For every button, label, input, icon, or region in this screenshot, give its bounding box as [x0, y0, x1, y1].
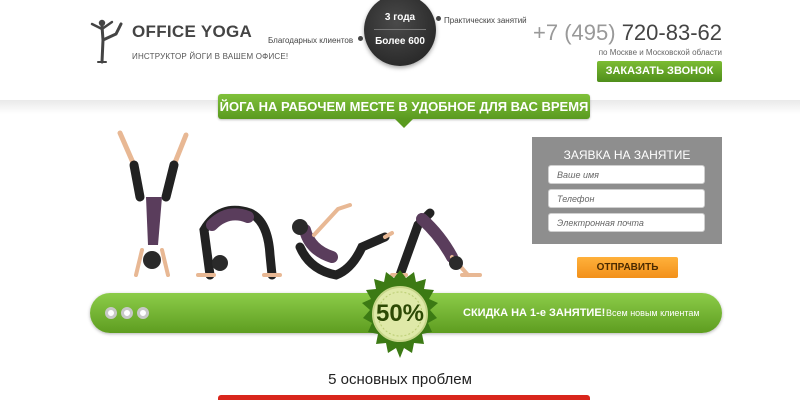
stat-connector-dot — [358, 36, 363, 41]
section-accent-bar — [218, 395, 590, 400]
phone-code: +7 (495) — [533, 20, 616, 45]
promo-subtitle: Всем новым клиентам — [606, 308, 700, 318]
email-input[interactable] — [548, 213, 705, 232]
yoga-figure-y — [117, 130, 189, 277]
stat-lessons-label: Практических занятий — [444, 16, 527, 25]
phone-number[interactable]: +7 (495) 720-83-62 — [533, 20, 722, 46]
section-title: 5 основных проблем — [328, 371, 472, 388]
yoga-hero-image — [117, 130, 482, 280]
logo-subtitle: ИНСТРУКТОР ЙОГИ В ВАШЕМ ОФИСЕ! — [132, 52, 289, 61]
site-header: OFFICE YOGA ИНСТРУКТОР ЙОГИ В ВАШЕМ ОФИС… — [0, 0, 800, 100]
phone-digits: 720-83-62 — [621, 20, 722, 45]
form-title: ЗАЯВКА НА ЗАНЯТИЕ — [563, 148, 691, 162]
yoga-figure-g — [292, 203, 394, 280]
stat-clients-label: Благодарных клиентов — [268, 36, 354, 45]
request-call-button[interactable]: ЗАКАЗАТЬ ЗВОНОК — [597, 61, 722, 82]
hero-ribbon: ЙОГА НА РАБОЧЕМ МЕСТЕ В УДОБНОЕ ДЛЯ ВАС … — [218, 94, 590, 119]
discount-value: 50% — [375, 300, 425, 327]
name-input[interactable] — [548, 165, 705, 184]
badge-count: Более 600 — [375, 36, 425, 47]
badge-years: 3 года — [384, 12, 416, 23]
promo-title: СКИДКА НА 1-е ЗАНЯТИЕ! — [463, 307, 606, 319]
yoga-figure-o — [196, 205, 282, 280]
logo-title[interactable]: OFFICE YOGA — [132, 22, 252, 42]
slider-dot-3[interactable] — [137, 307, 149, 319]
yoga-figure-a — [390, 208, 482, 280]
yoga-pose-logo-icon — [90, 19, 123, 64]
stat-connector-dot — [436, 16, 441, 21]
badge-divider — [374, 29, 426, 30]
slider-dot-1[interactable] — [105, 307, 117, 319]
phone-input[interactable] — [548, 189, 705, 208]
service-region: по Москве и Московской области — [598, 48, 722, 57]
slider-dot-2[interactable] — [121, 307, 133, 319]
stats-badge: 3 года Более 600 — [364, 0, 436, 66]
lesson-request-form: ЗАЯВКА НА ЗАНЯТИЕ — [532, 137, 722, 244]
submit-button[interactable]: ОТПРАВИТЬ — [577, 257, 678, 278]
